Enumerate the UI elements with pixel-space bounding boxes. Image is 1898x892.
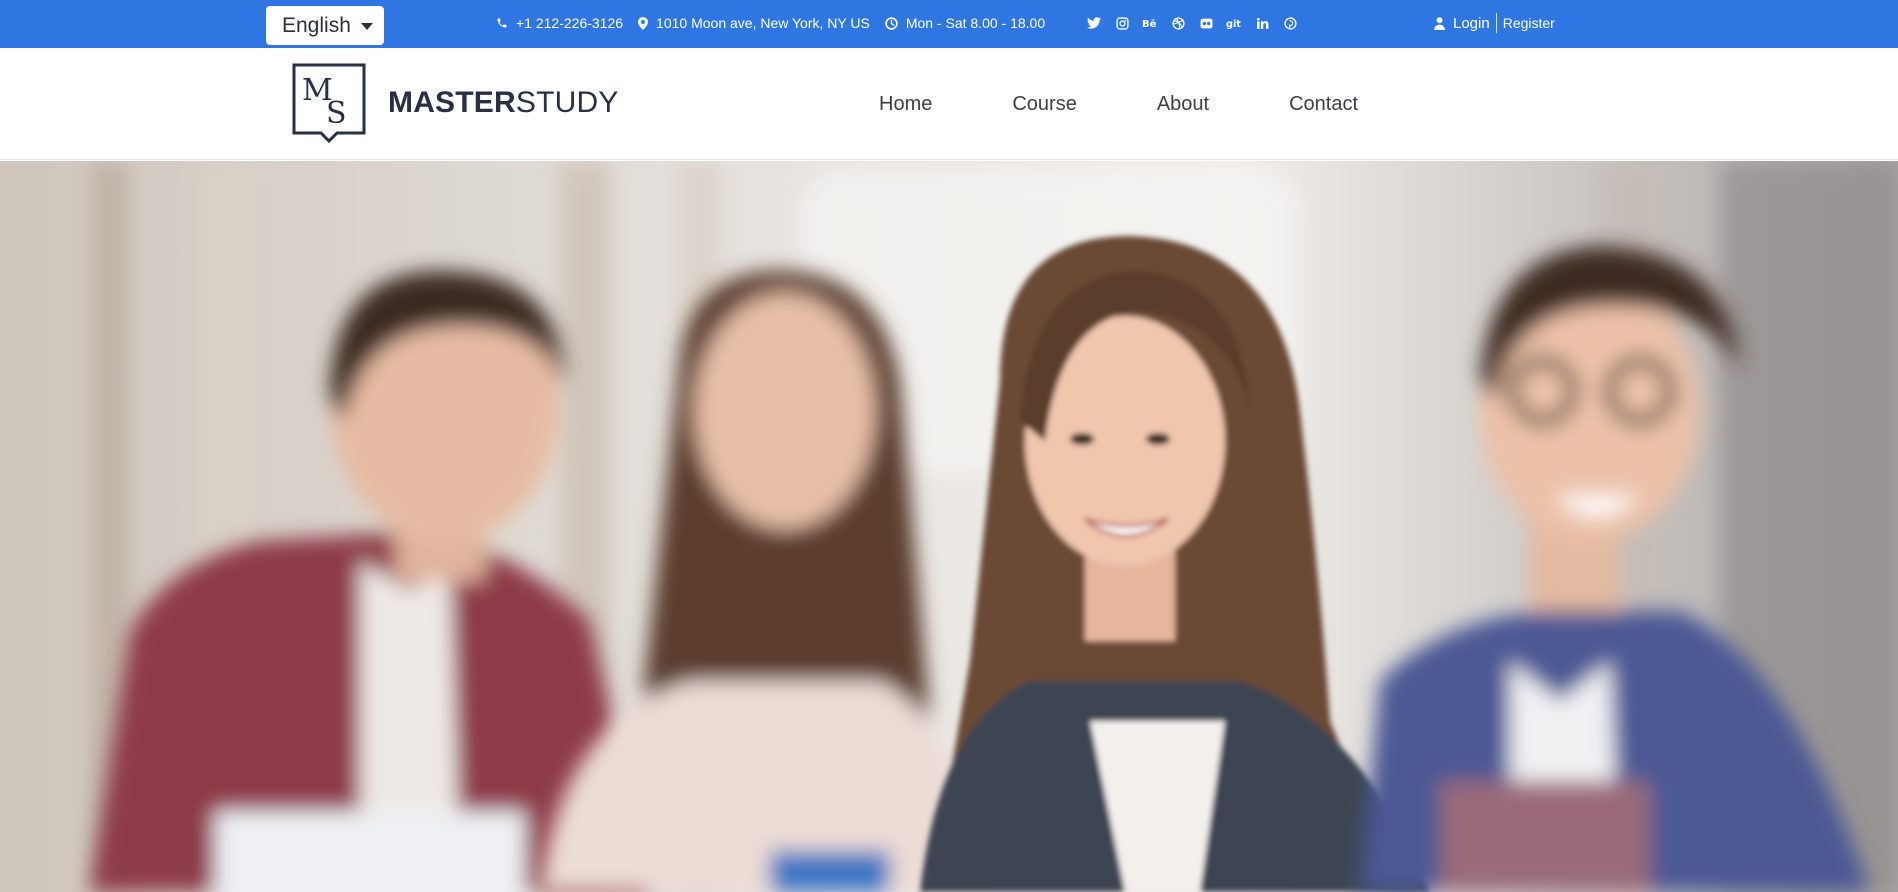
language-value: English <box>282 13 351 37</box>
phone-info: +1 212-226-3126 <box>496 15 623 31</box>
auth-links: Login Register <box>1434 0 1555 46</box>
nav-course[interactable]: Course <box>1012 93 1076 116</box>
address-text: 1010 Moon ave, New York, NY US <box>656 15 870 31</box>
hero-banner <box>0 161 1898 892</box>
login-link[interactable]: Login <box>1453 15 1490 32</box>
auth-divider <box>1495 13 1497 33</box>
pinterest-icon[interactable] <box>1282 15 1298 31</box>
site-logo[interactable]: M S MASTERSTUDY <box>292 63 619 143</box>
social-links: Bē git <box>1086 0 1310 46</box>
clock-icon <box>885 16 898 30</box>
hours-info: Mon - Sat 8.00 - 18.00 <box>885 15 1045 31</box>
linkedin-icon[interactable] <box>1254 15 1270 31</box>
logo-letter-s: S <box>326 96 347 131</box>
twitter-icon[interactable] <box>1086 15 1102 31</box>
chevron-down-icon <box>360 23 373 30</box>
behance-icon[interactable]: Bē <box>1142 15 1158 31</box>
brand-name: MASTERSTUDY <box>388 86 619 120</box>
nav-about[interactable]: About <box>1157 93 1209 116</box>
user-icon <box>1434 16 1445 30</box>
register-link[interactable]: Register <box>1503 15 1555 31</box>
language-select[interactable]: English <box>266 6 384 45</box>
flickr-icon[interactable] <box>1198 15 1214 31</box>
main-header: M S MASTERSTUDY Home Course About Contac… <box>0 48 1898 160</box>
git-icon[interactable]: git <box>1226 15 1242 31</box>
map-pin-icon <box>638 16 649 30</box>
address-info: 1010 Moon ave, New York, NY US <box>638 15 870 31</box>
phone-text: +1 212-226-3126 <box>516 15 624 31</box>
hero-image <box>0 161 1898 892</box>
contact-info: +1 212-226-3126 1010 Moon ave, New York,… <box>496 0 1060 46</box>
nav-home[interactable]: Home <box>879 93 932 116</box>
svg-text:git: git <box>1226 18 1241 29</box>
nav-contact[interactable]: Contact <box>1289 93 1358 116</box>
phone-icon <box>497 18 507 28</box>
brand-bold: MASTER <box>388 86 516 119</box>
main-nav: Home Course About Contact <box>879 48 1438 160</box>
dribbble-icon[interactable] <box>1170 15 1186 31</box>
brand-light: STUDY <box>515 86 619 119</box>
instagram-icon[interactable] <box>1114 15 1130 31</box>
top-bar: English +1 212-226-3126 1010 Moon ave, N… <box>0 0 1898 48</box>
hours-text: Mon - Sat 8.00 - 18.00 <box>905 15 1046 31</box>
logo-shield-icon: M S <box>292 63 366 143</box>
svg-text:Bē: Bē <box>1142 19 1157 29</box>
